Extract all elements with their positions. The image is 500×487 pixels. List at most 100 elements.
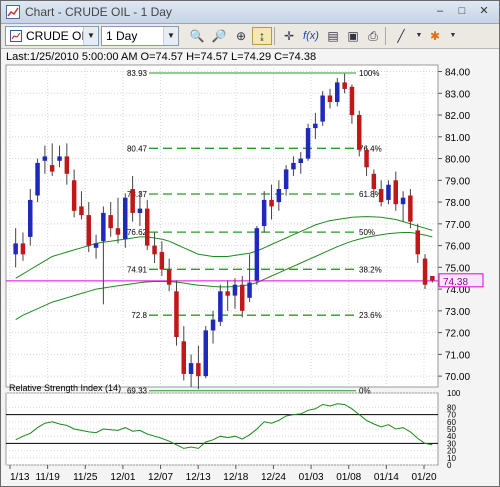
candle-body [42,156,48,161]
price-tick-label: 73.00 [445,307,470,318]
zoom-fit-button[interactable]: ⊕ [231,27,251,45]
price-tick-label: 76.00 [445,242,470,253]
date-tick-label: 11/25 [73,472,98,483]
candle-body [320,95,325,122]
chevron-down-icon[interactable]: ▼ [163,27,178,45]
candle-body [254,228,260,281]
date-tick-label: 12/13 [186,472,211,483]
draw-line-button[interactable]: ╱ [391,27,411,45]
settings-button[interactable]: ✱ [425,27,445,45]
candle-body [181,341,186,374]
candle-body [13,243,18,255]
price-tick-label: 81.00 [445,133,470,144]
print-button[interactable]: ⎙ [363,27,383,45]
price-tick-label: 75.00 [445,263,470,274]
candle-body [327,95,333,102]
fib-price-label: 72.8 [131,311,147,320]
candle-body [196,363,201,377]
price-tick-label: 83.00 [445,89,470,100]
zoom-in-button[interactable]: 🔍 [187,27,207,45]
candle-body [430,276,435,281]
symbol-icon [10,30,22,42]
zoom-fit-icon: ⊕ [235,29,247,43]
minimize-button[interactable]: – [431,4,449,19]
price-chart[interactable]: 83.93 100% 80.47 76.4% 78.37 61.8% 76.62 50% 74.… [1,49,499,486]
interval-value: 1 Day [106,29,138,43]
candle-body [203,330,208,377]
candle-body [393,180,398,205]
candle-body [349,86,355,116]
candle-body [28,199,33,237]
candle-body [20,243,26,255]
settings-icon: ✱ [429,29,441,43]
draw-line-icon: ╱ [397,29,405,43]
candle-body [269,199,274,207]
zoom-out-button[interactable]: 🔎 [209,27,229,45]
date-tick-label: 01/20 [411,472,436,483]
fib-price-label: 83.93 [127,69,148,78]
rsi-axis: 10080706050403020100 [447,389,461,470]
candle-body [378,189,384,203]
candle-body [291,162,296,170]
price-tick-label: 71.00 [445,350,470,361]
candle-body [335,82,340,102]
interval-selector[interactable]: 1 Day ▼ [101,26,179,46]
candle-body [130,189,135,213]
crosshair-pointer-icon: ↨ [259,29,265,43]
candle-body [298,158,303,163]
price-tick-label: 77.00 [445,220,470,231]
settings-dropdown[interactable]: ▼ [443,27,463,45]
symbol-selector[interactable]: CRUDE OIl ▼ [5,26,99,46]
maximize-button[interactable]: □ [453,4,471,19]
candle-body [123,197,128,239]
fib-price-label: 76.62 [127,228,148,237]
candle-body [364,149,369,168]
candle-body [400,197,406,205]
symbol-value: CRUDE OIl [26,29,88,43]
toolbar-divider [274,27,275,45]
fib-price-label: 74.91 [127,265,148,274]
candle-body [35,162,40,196]
candle-body [86,215,91,246]
function-button[interactable]: f(x) [301,27,321,45]
fib-percent-label: 23.6% [359,311,382,320]
pointer-tool-button[interactable]: ↨ [252,27,272,45]
candle-body [313,123,318,129]
chart-window: Chart - CRUDE OIL - 1 Day – □ ✕ CRUDE OI… [0,0,500,487]
candle-body [305,128,311,159]
candle-body [145,208,150,246]
date-axis: 1/13 11/19 11/25 12/01 12/07 12/13 12/18 12/24 0… [9,465,437,483]
candle-body [283,169,289,189]
fib-price-label: 80.47 [127,144,148,153]
chevron-down-icon[interactable]: ▼ [83,27,98,45]
candle-body [64,156,70,174]
close-button[interactable]: ✕ [475,4,493,19]
rsi-tick-label: 100 [447,389,461,398]
toolbar-divider [385,27,386,45]
price-tick-label: 70.00 [445,372,470,383]
title-bar[interactable]: Chart - CRUDE OIL - 1 Day – □ ✕ [1,1,499,24]
candle-body [276,189,282,203]
candle-body [57,156,62,161]
candle-body [49,165,55,172]
date-tick-label: 01/14 [374,472,399,483]
crosshair-button[interactable]: ✛ [279,27,299,45]
save-button[interactable]: ▣ [343,27,363,45]
candle-body [93,243,99,248]
toolbar: CRUDE OIl ▼ 1 Day ▼ 🔍 🔎 ⊕ ↨ ✛ f(x) ▤ ▣ ⎙… [1,24,499,49]
candle-body [174,291,179,337]
price-tick-label: 78.00 [445,198,470,209]
candle-body [159,252,165,270]
price-plot-frame [5,64,439,388]
chart-app-icon [6,5,20,19]
candle-body [232,284,238,296]
zoom-in-icon: 🔍 [189,29,205,43]
print-preview-button[interactable]: ▤ [323,27,343,45]
fib-percent-label: 50% [359,228,375,237]
candle-body [357,115,362,150]
price-tick-label: 82.00 [445,111,470,122]
candle-body [342,82,347,89]
candle-body [101,212,106,242]
current-price-label: 74.38 [443,277,468,288]
candle-body [408,195,413,222]
